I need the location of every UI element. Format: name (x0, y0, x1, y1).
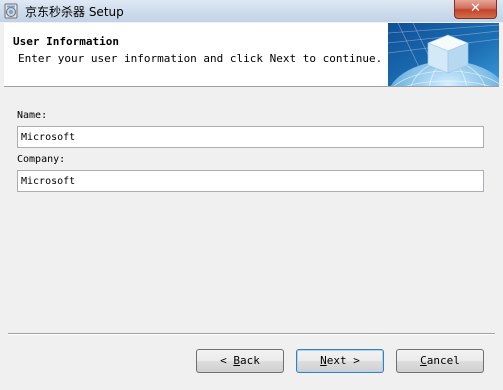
company-field[interactable] (17, 170, 484, 192)
page-title: User Information (13, 35, 119, 48)
wizard-header: User Information Enter your user informa… (4, 23, 499, 87)
page-subtitle: Enter your user information and click Ne… (18, 52, 383, 65)
window-title: 京东秒杀器 Setup (25, 5, 124, 19)
setup-window: 京东秒杀器 Setup ✕ User Information Enter you… (0, 0, 503, 390)
back-label-rest: ack (240, 354, 260, 367)
back-button[interactable]: < Back (196, 349, 284, 373)
cancel-label-rest: ancel (426, 354, 460, 367)
next-label-rest: ext (326, 354, 347, 367)
close-button[interactable]: ✕ (454, 0, 497, 19)
company-label: Company: (17, 154, 66, 165)
header-globe-cube-image (388, 23, 499, 86)
back-chevron-icon: < (220, 354, 234, 367)
close-icon: ✕ (470, 1, 481, 16)
next-mnemonic: N (320, 354, 327, 367)
button-separator (8, 333, 495, 335)
setup-disc-icon (4, 3, 18, 19)
cancel-button[interactable]: Cancel (396, 349, 484, 373)
back-mnemonic: B (233, 354, 240, 367)
name-label: Name: (17, 110, 48, 121)
cancel-mnemonic: C (420, 354, 427, 367)
next-button[interactable]: Next > (296, 349, 384, 373)
next-chevron-icon: > (346, 354, 360, 367)
title-bar[interactable]: 京东秒杀器 Setup ✕ (0, 0, 503, 22)
name-field[interactable] (17, 126, 484, 148)
